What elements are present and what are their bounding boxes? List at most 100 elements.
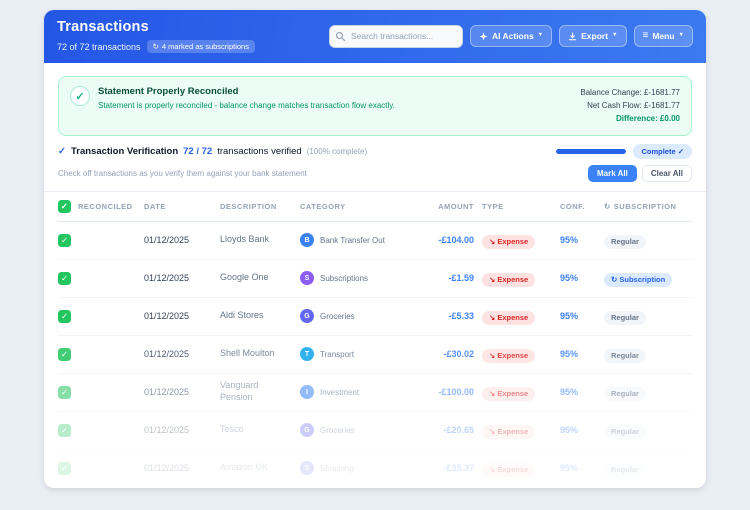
row-description: Vanguard Pension [220,380,259,403]
verification-progress-bar [556,148,627,154]
type-badge: ↘ Expense [482,462,536,477]
type-cell: ↘ Expense [482,269,560,287]
export-label: Export [581,31,609,41]
category-icon: S [300,461,314,476]
header-amount: AMOUNT [438,201,474,211]
banner-text: Statement Properly Reconciled Statement … [98,86,395,110]
sparkle-icon [479,31,488,41]
row-category: Transport [320,349,354,359]
menu-button[interactable]: ≡ Menu ▼ [633,25,693,47]
row-category: Shopping [320,463,354,473]
row-description: Shell Moulton [220,348,275,359]
download-icon [568,32,577,40]
subscriptions-badge-label: 4 marked as subscriptions [161,42,249,51]
type-cell: ↘ Expense [482,421,560,439]
verification-completion-note: (100% complete) [306,146,368,156]
row-amount: -£5.33 [448,311,474,322]
export-button[interactable]: Export ▼ [559,25,627,47]
header-reconciled-label: RECONCILED [78,201,133,211]
clear-all-button[interactable]: Clear All [641,164,692,182]
type-badge: ↘ Expense [482,348,536,363]
complete-badge: Complete ✓ [633,143,692,159]
reconciled-cell: ✓ [58,271,144,285]
reconciled-cell: ✓ [58,347,144,361]
verification-title: Transaction Verification [70,145,179,157]
category-cell: S Shopping [300,461,418,476]
header-actions: AI Actions ▼ Export ▼ ≡ Menu ▼ [328,24,693,48]
subscription-cell: Regular [604,421,692,439]
ai-actions-button[interactable]: AI Actions ▼ [469,25,553,47]
table-row: ✓ 01/12/2025 Aldi Stores G Groceries -£5… [58,298,692,336]
transactions-table: ✓ RECONCILED DATE DESCRIPTION CATEGORY A… [44,192,706,488]
verification-right: Complete ✓ [556,143,692,159]
refresh-icon: ↻ [152,42,159,51]
reconciled-checkbox[interactable]: ✓ [58,233,71,247]
verification-section: ✓ Transaction Verification 72 / 72 trans… [58,143,692,191]
row-amount: -£100.00 [438,387,474,398]
subscription-badge: Regular [604,348,646,363]
header-subtitle-row: 72 of 72 transactions ↻ 4 marked as subs… [57,40,255,53]
verification-progress-fill [556,148,627,154]
reconciled-checkbox[interactable]: ✓ [58,347,71,361]
category-icon: I [300,385,314,400]
table-row: ✓ 01/12/2025 Vanguard Pension I Investme… [58,374,692,412]
reconciled-checkbox[interactable]: ✓ [58,309,71,323]
app-header: Transactions 72 of 72 transactions ↻ 4 m… [44,10,706,63]
reconciled-checkbox[interactable]: ✓ [58,271,71,285]
category-icon: G [300,309,314,324]
subscription-cell: Regular [604,231,692,249]
category-icon: S [300,271,314,286]
verification-buttons: Mark All Clear All [588,164,692,182]
row-date: 01/12/2025 [144,463,190,474]
row-amount: -£30.02 [443,349,474,360]
subscription-badge: ↻ Subscription [604,272,673,287]
row-category: Investment [320,387,360,397]
subscription-badge: Regular [604,424,646,439]
type-cell: ↘ Expense [482,459,560,477]
reconciled-cell: ✓ [58,423,144,437]
balance-change-value: Balance Change: £-1681.77 [580,88,680,97]
header-left: Transactions 72 of 72 transactions ↻ 4 m… [57,19,255,53]
reconciled-checkbox[interactable]: ✓ [58,461,71,475]
header-category: CATEGORY [300,201,346,211]
type-badge: ↘ Expense [482,310,536,325]
row-category: Groceries [320,425,355,435]
row-confidence: 95% [560,425,579,436]
category-cell: S Subscriptions [300,271,418,286]
subscription-badge: Regular [604,386,646,401]
banner-description: Statement is properly reconciled - balan… [98,101,395,110]
type-cell: ↘ Expense [482,307,560,325]
select-all-checkbox[interactable]: ✓ [58,199,71,213]
reconciled-checkbox[interactable]: ✓ [58,423,71,437]
chevron-down-icon: ▼ [537,32,544,38]
type-cell: ↘ Expense [482,383,560,401]
table-row: ✓ 01/12/2025 Lloyds Bank B Bank Transfer… [58,222,692,260]
chevron-down-icon: ▼ [678,32,684,38]
header-reconciled: ✓ RECONCILED [58,199,144,213]
success-check-icon: ✓ [70,86,90,106]
table-header-row: ✓ RECONCILED DATE DESCRIPTION CATEGORY A… [58,192,692,222]
subscription-badge: Regular [604,310,646,325]
reconciled-checkbox[interactable]: ✓ [58,385,71,399]
row-amount: -£1.59 [448,273,474,284]
row-confidence: 95% [560,311,579,322]
category-cell: T Transport [300,347,418,362]
table-row: ✓ 01/12/2025 Amazon UK S Shopping -£35.3… [58,450,692,488]
difference-value: Difference: £0.00 [615,114,680,124]
mark-all-button[interactable]: Mark All [588,164,637,182]
category-icon: T [300,347,314,362]
row-confidence: 95% [560,235,579,246]
header-type: TYPE [482,201,504,211]
search-input[interactable] [328,24,463,48]
verification-header-row: ✓ Transaction Verification 72 / 72 trans… [58,143,692,159]
header-conf: CONF. [560,201,585,211]
category-icon: G [300,423,314,438]
header-date: DATE [144,201,166,211]
menu-label: Menu [652,31,675,41]
row-category: Groceries [320,311,355,321]
row-amount: -£35.37 [443,463,474,474]
row-amount: -£20.65 [443,425,474,436]
subscription-cell: Regular [604,383,692,401]
row-description: Tesco [220,424,244,435]
subscription-cell: ↻ Subscription [604,269,692,287]
